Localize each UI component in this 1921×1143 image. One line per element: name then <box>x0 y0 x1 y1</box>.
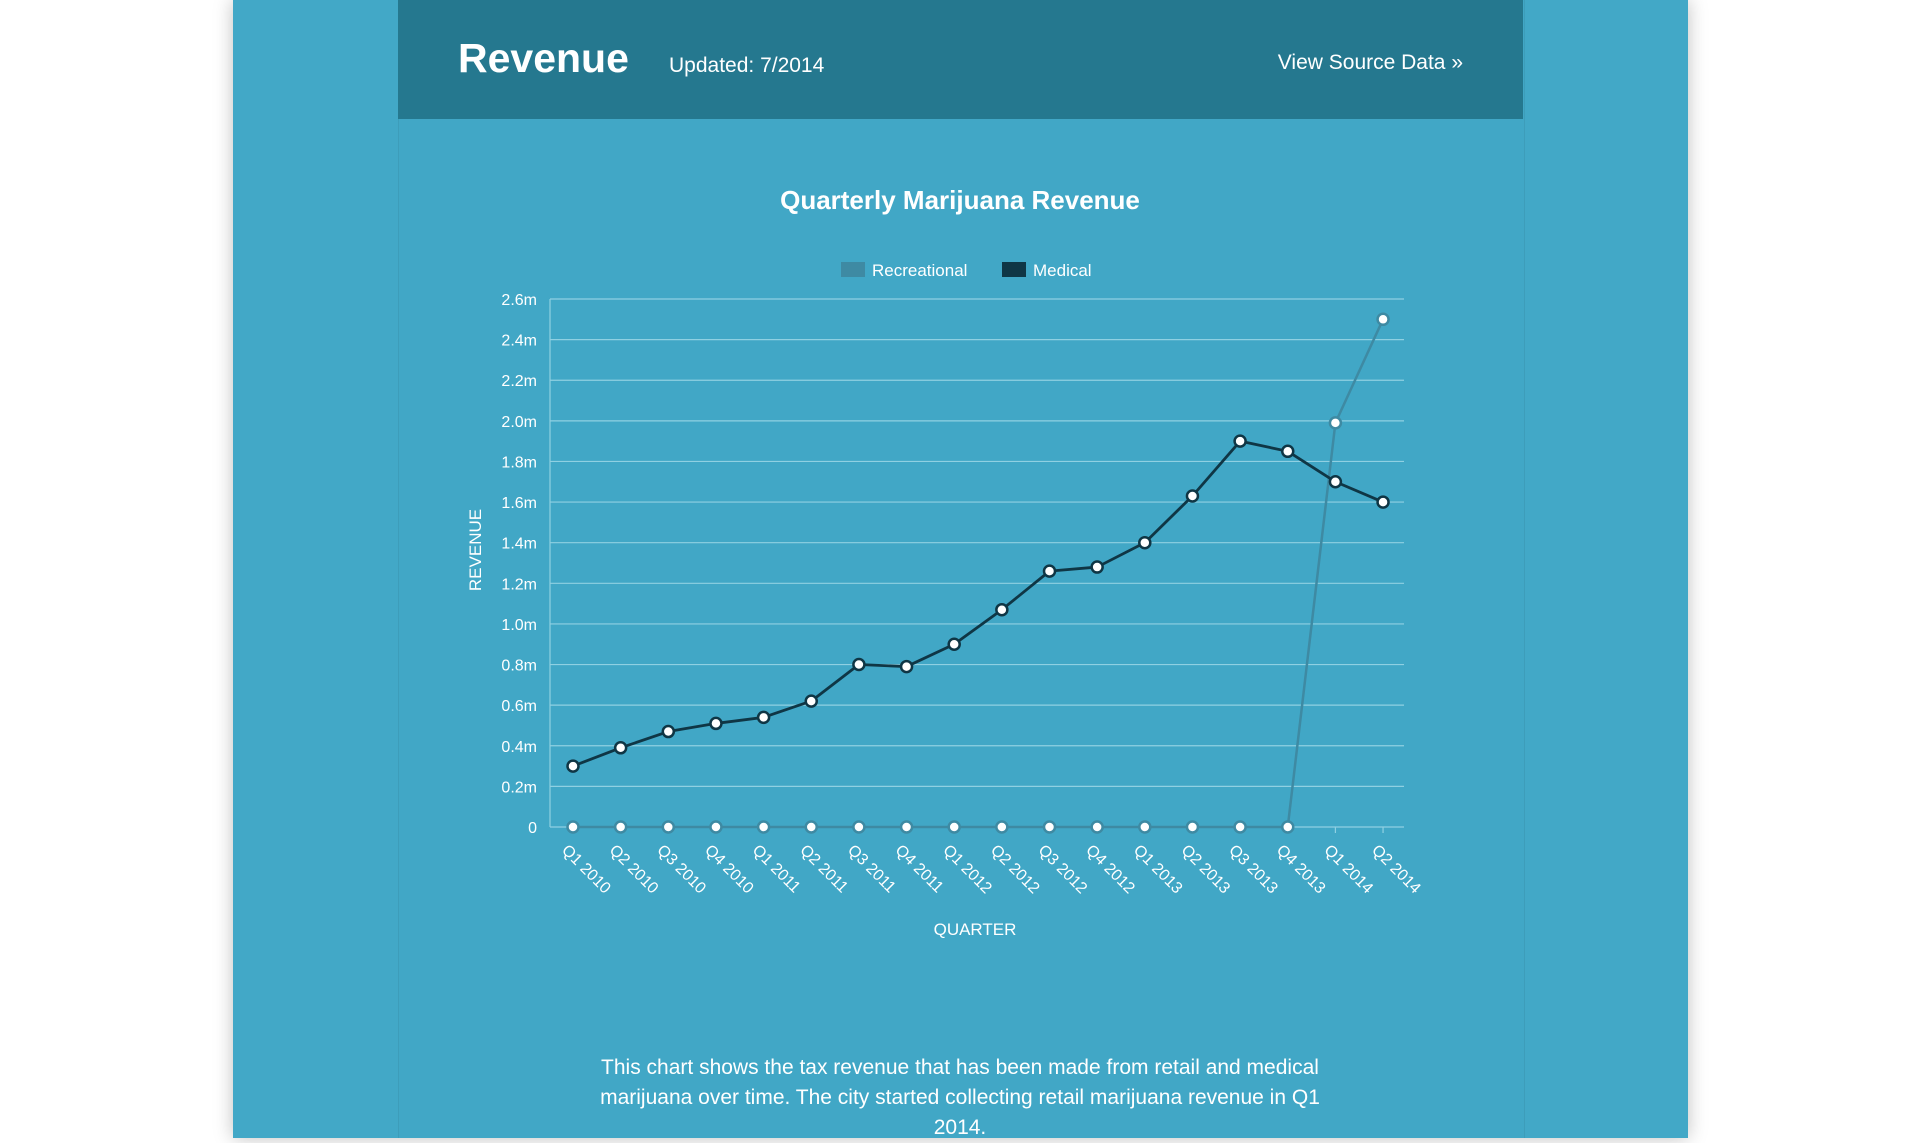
legend-label-medical: Medical <box>1033 261 1092 280</box>
y-tick-label: 0.2m <box>501 779 537 796</box>
x-tick-label: Q4 2011 <box>892 842 947 897</box>
data-point-medical <box>1328 475 1343 489</box>
legend-label-recreational: Recreational <box>872 261 967 280</box>
data-point-recreational <box>1138 820 1152 834</box>
series-line-recreational <box>573 318 1385 829</box>
data-point-recreational <box>709 820 723 834</box>
x-tick-label: Q1 2014 <box>1321 842 1376 897</box>
data-point-medical <box>804 694 818 708</box>
data-point-medical <box>756 710 771 725</box>
chart-description: This chart shows the tax revenue that ha… <box>600 1056 1320 1139</box>
data-point-recreational <box>566 820 580 834</box>
data-point-medical <box>852 657 866 672</box>
x-tick-label: Q1 2010 <box>558 842 613 897</box>
x-tick-label: Q1 2011 <box>749 842 804 897</box>
x-tick-label: Q2 2012 <box>987 842 1042 897</box>
data-point-recreational <box>1281 820 1295 834</box>
data-point-medical <box>709 716 723 731</box>
data-point-recreational <box>756 820 771 834</box>
data-point-recreational <box>661 820 676 834</box>
data-point-medical <box>899 659 914 674</box>
chart-grid <box>550 298 1404 828</box>
x-tick-label: Q2 2013 <box>1178 842 1233 897</box>
data-point-medical <box>1233 434 1247 448</box>
series-line-medical <box>572 439 1384 768</box>
data-point-medical <box>995 602 1009 617</box>
x-tick-label: Q1 2012 <box>939 842 994 897</box>
legend-swatch-recreational <box>841 262 865 277</box>
x-tick-label: Q1 2013 <box>1130 842 1185 897</box>
y-tick-label: 2.6m <box>501 292 537 309</box>
data-point-medical <box>947 637 961 651</box>
x-tick-label: Q4 2013 <box>1273 842 1328 897</box>
data-point-medical <box>1042 564 1057 578</box>
data-point-medical <box>1376 495 1390 509</box>
x-tick-label: Q4 2012 <box>1082 842 1137 897</box>
legend-swatch-medical <box>1002 262 1026 277</box>
series-layer <box>566 312 1390 834</box>
y-tick-label: 2.2m <box>501 373 537 390</box>
data-point-recreational <box>1042 820 1057 834</box>
x-tick-label: Q2 2014 <box>1368 842 1423 897</box>
data-point-recreational <box>1090 820 1104 834</box>
data-point-medical <box>566 759 580 773</box>
y-tick-label: 1.4m <box>501 536 537 553</box>
chart-title: Quarterly Marijuana Revenue <box>780 185 1140 215</box>
x-tick-label: Q2 2010 <box>606 842 661 897</box>
y-tick-label: 1.8m <box>501 454 537 471</box>
y-tick-label: 1.0m <box>501 617 537 634</box>
data-point-recreational <box>1328 416 1343 430</box>
data-point-medical <box>661 724 676 739</box>
x-tick-label: Q3 2012 <box>1035 842 1090 897</box>
y-tick-label: 0 <box>528 820 537 837</box>
y-tick-label: 1.6m <box>501 495 537 512</box>
revenue-chart: Quarterly Marijuana Revenue Recreational… <box>466 185 1424 939</box>
chart-legend: Recreational Medical <box>841 261 1092 280</box>
data-point-recreational <box>899 820 914 834</box>
data-point-medical <box>1281 444 1295 459</box>
data-point-recreational <box>804 820 818 834</box>
data-point-medical <box>1090 560 1104 574</box>
data-point-recreational <box>1233 820 1247 834</box>
data-point-recreational <box>613 820 628 834</box>
data-point-medical <box>1185 489 1200 503</box>
data-point-recreational <box>1376 312 1390 327</box>
x-tick-label: Q3 2010 <box>653 842 708 897</box>
x-axis-label: QUARTER <box>934 920 1017 939</box>
data-point-recreational <box>1185 820 1200 834</box>
y-tick-label: 2.4m <box>501 333 537 350</box>
x-tick-label: Q2 2011 <box>796 842 851 897</box>
data-point-recreational <box>852 820 866 834</box>
x-tick-label: Q4 2010 <box>701 842 756 897</box>
x-axis: Q1 2010Q2 2010Q3 2010Q4 2010Q1 2011Q2 20… <box>558 827 1424 897</box>
y-tick-label: 2.0m <box>501 414 537 431</box>
data-point-recreational <box>947 820 961 834</box>
y-tick-label: 0.8m <box>501 658 537 675</box>
x-tick-label: Q3 2011 <box>844 842 899 897</box>
y-axis-label: REVENUE <box>466 509 485 591</box>
data-point-recreational <box>995 820 1009 834</box>
y-tick-label: 0.4m <box>501 739 537 756</box>
y-axis: 0 0.2m 0.4m 0.6m 0.8m 1.0m 1.2m 1.4m 1.6m 1.8m 2.0… <box>501 292 551 837</box>
y-tick-label: 0.6m <box>501 698 537 715</box>
data-point-medical <box>613 741 628 755</box>
x-tick-label: Q3 2013 <box>1225 842 1280 897</box>
data-point-medical <box>1138 535 1152 550</box>
y-tick-label: 1.2m <box>501 576 537 593</box>
